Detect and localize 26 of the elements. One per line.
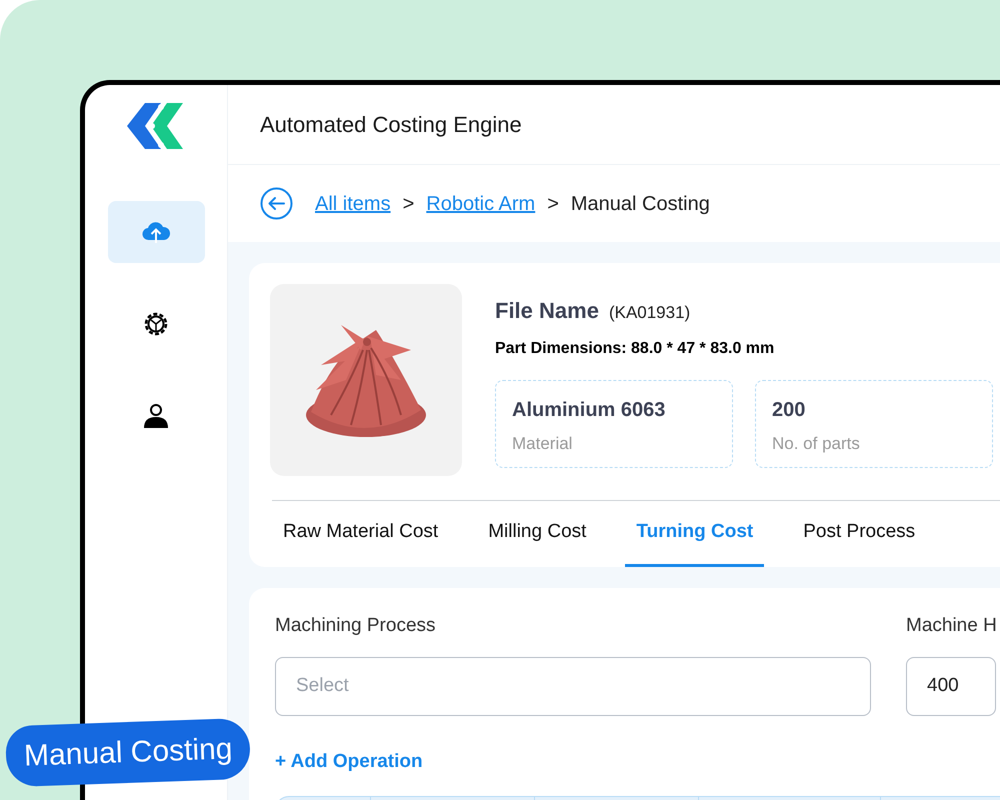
stat-value: 200	[772, 398, 806, 423]
tab[interactable]: Post Process	[792, 501, 926, 567]
settings-icon	[142, 310, 170, 338]
breadcrumb-separator: >	[402, 192, 414, 216]
breadcrumb-current: Manual Costing	[570, 192, 710, 216]
input-field[interactable]: Select	[275, 656, 871, 716]
field-label: Machine H	[906, 614, 997, 638]
breadcrumb-separator: >	[547, 192, 559, 216]
tab[interactable]: Turning Cost	[625, 501, 764, 567]
breadcrumb-link[interactable]: Robotic Arm	[426, 188, 536, 218]
part-dimensions: Part Dimensions: 88.0 * 47 * 83.0 mm	[495, 339, 776, 359]
input-field[interactable]: 400	[906, 656, 996, 716]
file-id: (KA01931)	[608, 302, 690, 324]
page-title: Automated Costing Engine	[260, 111, 522, 139]
add-operation-link[interactable]: + Add Operation	[275, 748, 1000, 776]
user-icon	[143, 403, 169, 429]
upload-cloud-icon	[142, 220, 170, 244]
tab[interactable]: Raw Material Cost	[272, 501, 450, 567]
breadcrumb-link[interactable]: All items	[315, 188, 391, 218]
field-label: Machining Process	[275, 614, 437, 638]
tab[interactable]: Milling Cost	[477, 501, 598, 567]
stat-label: No. of parts	[772, 433, 861, 455]
stat-label: Material	[512, 433, 574, 455]
stat-value: Aluminium 6063	[512, 398, 666, 423]
logo-icon	[127, 103, 185, 149]
file-name-label: File Name	[495, 297, 599, 325]
